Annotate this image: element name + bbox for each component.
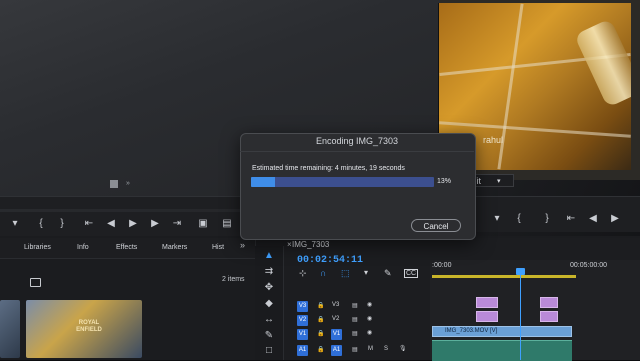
- microphone-icon[interactable]: 🎙: [399, 345, 407, 352]
- tab-markers[interactable]: Markers: [162, 244, 187, 251]
- selection-tool-icon[interactable]: ▲: [262, 249, 276, 263]
- chevron-right-icon: »: [126, 180, 130, 187]
- track-target-toggle[interactable]: V2: [297, 315, 308, 326]
- step-forward-icon[interactable]: ▶: [148, 217, 162, 231]
- tab-libraries[interactable]: Libraries: [24, 244, 51, 251]
- play-icon[interactable]: ▶: [608, 212, 622, 226]
- razor-icon[interactable]: ◆: [262, 297, 276, 311]
- work-area-bar[interactable]: [432, 275, 576, 278]
- go-to-in-icon[interactable]: ⇤: [82, 217, 96, 231]
- playhead-line[interactable]: [520, 268, 521, 360]
- track-header-a1: A1 🔒 A1 ▤ M S 🎙: [283, 344, 430, 357]
- sequence-tab[interactable]: IMG_7303: [292, 240, 329, 249]
- video-overlay-text: rahul: [483, 135, 504, 145]
- track-name[interactable]: A1: [331, 345, 342, 356]
- track-target-toggle[interactable]: V3: [297, 301, 308, 312]
- mark-out-icon[interactable]: }: [540, 212, 554, 226]
- close-icon[interactable]: ×: [287, 240, 292, 249]
- graphic-clip[interactable]: [476, 297, 498, 308]
- lock-icon[interactable]: 🔒: [317, 316, 324, 323]
- sync-lock-icon[interactable]: ▤: [352, 330, 358, 337]
- lock-icon[interactable]: 🔒: [317, 346, 324, 353]
- track-header-v3: V3 🔒 V3 ▤ ◉: [283, 300, 430, 313]
- track-name: V2: [332, 316, 340, 322]
- ripple-edit-icon[interactable]: ✥: [262, 281, 276, 295]
- eye-icon[interactable]: ◉: [367, 301, 372, 308]
- step-back-icon[interactable]: ◀: [586, 212, 600, 226]
- graphic-clip[interactable]: [476, 311, 498, 322]
- clip-label: IMG_7303.MOV [V]: [445, 328, 498, 334]
- lock-icon[interactable]: 🔒: [317, 330, 324, 337]
- eye-icon[interactable]: ◉: [367, 315, 372, 322]
- progress-percent: 13%: [437, 178, 452, 185]
- captions-icon[interactable]: CC: [404, 269, 419, 278]
- sync-lock-icon[interactable]: ▤: [352, 316, 358, 323]
- video-clip[interactable]: IMG_7303.MOV [V]: [432, 326, 572, 337]
- nest-icon[interactable]: ⊹: [299, 268, 307, 279]
- items-count: 2 items: [222, 276, 245, 283]
- track-name[interactable]: V1: [331, 329, 342, 340]
- dialog-divider: [240, 151, 474, 152]
- tab-history[interactable]: Hist: [212, 244, 224, 251]
- overwrite-icon[interactable]: ▤: [220, 217, 234, 231]
- folder-icon[interactable]: [30, 278, 41, 287]
- mute-button[interactable]: M: [368, 346, 373, 352]
- progress-fill: [251, 177, 275, 187]
- sync-lock-icon[interactable]: ▤: [352, 346, 358, 353]
- snap-icon[interactable]: ∩: [320, 268, 326, 278]
- play-icon[interactable]: ▶: [126, 217, 140, 231]
- track-target-toggle[interactable]: A1: [297, 345, 308, 356]
- add-marker-icon[interactable]: ▾: [8, 217, 22, 231]
- step-back-icon[interactable]: ◀: [104, 217, 118, 231]
- more-tabs-icon[interactable]: »: [240, 240, 245, 250]
- graphic-clip[interactable]: [540, 311, 558, 322]
- insert-icon[interactable]: ▣: [196, 217, 210, 231]
- audio-clip[interactable]: [432, 340, 572, 361]
- track-select-icon[interactable]: ⇉: [262, 265, 276, 279]
- time-remaining-label: Estimated time remaining: 4 minutes, 19 …: [252, 165, 405, 172]
- project-thumbnail[interactable]: [0, 300, 20, 358]
- hand-icon[interactable]: □: [262, 344, 276, 358]
- add-marker-icon[interactable]: ▾: [490, 212, 504, 226]
- add-marker-icon[interactable]: ▾: [364, 268, 368, 277]
- thumbnail-text: ROYAL ENFIELD: [76, 320, 102, 333]
- track-name: V3: [332, 302, 340, 308]
- go-to-in-icon[interactable]: ⇤: [564, 212, 578, 226]
- playhead-timecode[interactable]: 00:02:54:11: [297, 255, 363, 266]
- graphic-clip[interactable]: [540, 297, 558, 308]
- ruler-start-label: :00:00: [432, 262, 452, 269]
- track-target-toggle[interactable]: V1: [297, 329, 308, 340]
- solo-button[interactable]: S: [384, 346, 388, 352]
- pen-icon[interactable]: ✎: [262, 329, 276, 343]
- eye-icon[interactable]: ◉: [367, 329, 372, 336]
- wrench-icon[interactable]: ✎: [384, 268, 392, 279]
- time-ruler[interactable]: :00:00 00:05:00:00: [430, 260, 640, 274]
- sync-lock-icon[interactable]: ▤: [352, 302, 358, 309]
- tab-effects[interactable]: Effects: [116, 244, 137, 251]
- go-to-out-icon[interactable]: ⇥: [170, 217, 184, 231]
- source-playhead-marker[interactable]: [110, 180, 118, 188]
- mark-in-icon[interactable]: {: [34, 217, 48, 231]
- linked-selection-icon[interactable]: ⬚: [341, 268, 350, 279]
- lock-icon[interactable]: 🔒: [317, 302, 324, 309]
- cancel-button[interactable]: Cancel: [411, 219, 461, 232]
- dialog-title: Encoding IMG_7303: [315, 136, 399, 146]
- tab-info[interactable]: Info: [77, 244, 89, 251]
- chevron-down-icon: ▾: [497, 178, 501, 185]
- slip-icon[interactable]: ↔: [262, 313, 276, 327]
- project-thumbnail[interactable]: ROYAL ENFIELD: [26, 300, 142, 358]
- track-header-v1: V1 🔒 V1 ▤ ◉: [283, 328, 430, 341]
- mark-in-icon[interactable]: {: [512, 212, 526, 226]
- mark-out-icon[interactable]: }: [55, 217, 69, 231]
- track-header-v2: V2 🔒 V2 ▤ ◉: [283, 314, 430, 327]
- ruler-end-label: 00:05:00:00: [570, 262, 607, 269]
- encoding-progress-bar: [251, 177, 434, 187]
